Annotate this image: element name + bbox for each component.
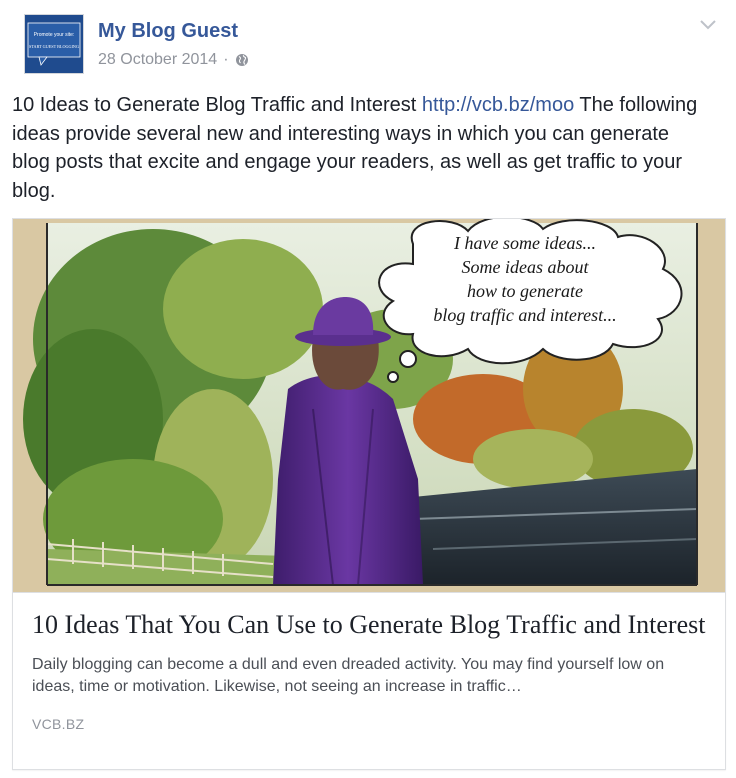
meta-separator: · [223, 51, 229, 68]
bubble-line-3: how to generate [467, 281, 583, 301]
avatar-line1: Promote your site: [34, 32, 75, 38]
chevron-down-icon[interactable] [698, 18, 718, 32]
post-header: Promote your site: START GUEST BLOGGING … [12, 0, 724, 86]
post-link[interactable]: http://vcb.bz/moo [422, 94, 574, 116]
bubble-line-2: Some ideas about [462, 257, 590, 277]
link-preview-card[interactable]: I have some ideas... Some ideas about ho… [12, 218, 726, 770]
link-preview-image[interactable]: I have some ideas... Some ideas about ho… [13, 219, 725, 592]
link-preview-body[interactable]: 10 Ideas That You Can Use to Generate Bl… [13, 592, 725, 769]
facebook-post: Promote your site: START GUEST BLOGGING … [0, 0, 736, 778]
post-meta: 28 October 2014 · [98, 51, 249, 69]
post-date[interactable]: 28 October 2014 [98, 51, 217, 69]
post-text-start: 10 Ideas to Generate Blog Traffic and In… [12, 94, 422, 116]
bubble-line-1: I have some ideas... [453, 233, 596, 253]
bubble-line-4: blog traffic and interest... [433, 305, 616, 325]
link-preview-description: Daily blogging can become a dull and eve… [32, 656, 665, 695]
avatar[interactable]: Promote your site: START GUEST BLOGGING [24, 14, 84, 74]
link-preview-title[interactable]: 10 Ideas That You Can Use to Generate Bl… [32, 609, 706, 641]
avatar-line2: START GUEST BLOGGING [29, 44, 79, 49]
post-text: 10 Ideas to Generate Blog Traffic and In… [12, 91, 712, 205]
author-name[interactable]: My Blog Guest [98, 20, 238, 43]
globe-icon[interactable] [235, 53, 249, 67]
link-preview-domain: VCB.BZ [32, 716, 85, 732]
